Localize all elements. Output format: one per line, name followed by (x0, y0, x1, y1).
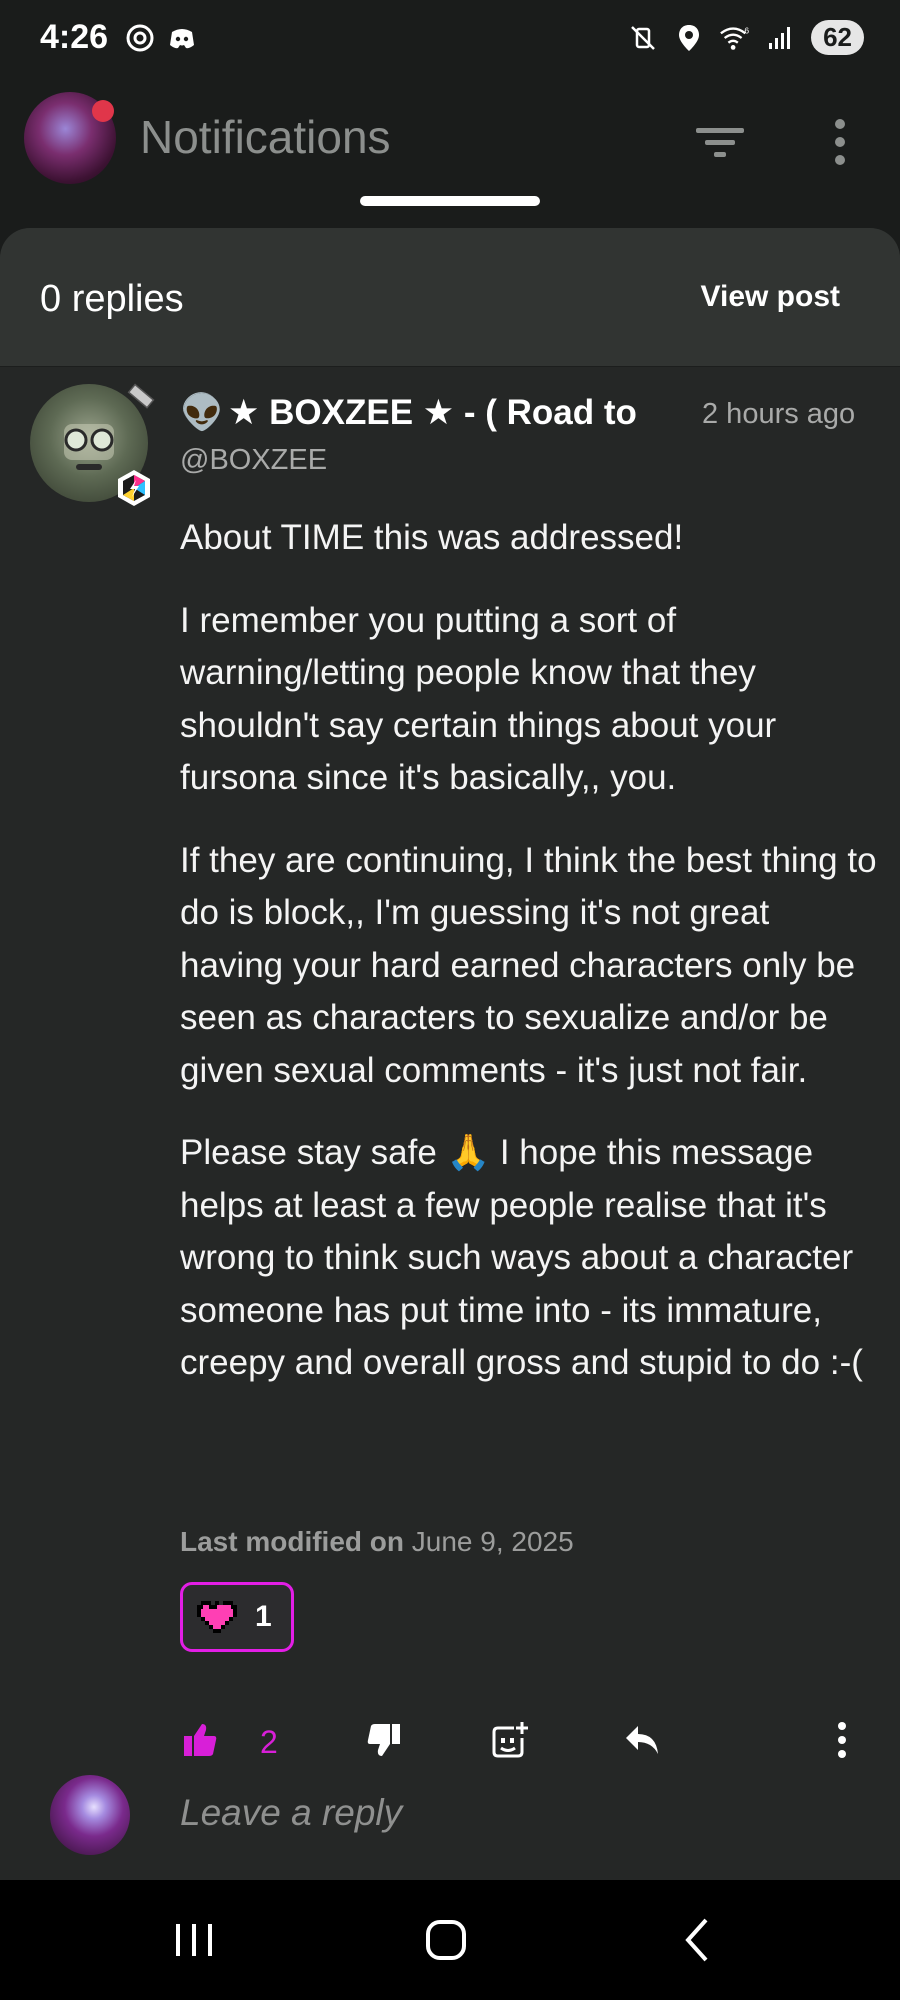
member-badge-icon (114, 468, 154, 508)
reply-icon[interactable] (622, 1720, 662, 1760)
mute-vibrate-icon (627, 22, 659, 54)
comment-actions: 2 (0, 1712, 900, 1782)
comment-paragraph: About TIME this was addressed! (180, 518, 684, 557)
author-line[interactable]: 👽 ★ BOXZEE ★ - ( Road to (180, 392, 700, 440)
author-handle[interactable]: @BOXZEE (180, 444, 327, 477)
current-user-avatar (50, 1775, 130, 1855)
pencil-icon (122, 380, 156, 414)
author-name-fade (640, 392, 700, 440)
author-name: ★ BOXZEE ★ - ( Road to (228, 393, 637, 432)
system-nav-bar (0, 1880, 900, 2000)
comment-timestamp: 2 hours ago (702, 398, 856, 430)
view-post-button[interactable]: View post (701, 280, 840, 314)
avatar[interactable] (24, 92, 116, 184)
filter-icon[interactable] (692, 114, 748, 170)
threads-icon (124, 22, 156, 54)
replies-sheet: 0 replies View post 👽 ★ BOXZEE ★ - ( Roa… (0, 228, 900, 1880)
author-emoji: 👽 (180, 393, 224, 432)
comment-paragraph: Please stay safe 🙏 I hope this message h… (180, 1133, 863, 1382)
comment-author-avatar[interactable] (30, 383, 155, 506)
page-title: Notifications (140, 111, 391, 163)
more-vert-icon[interactable] (818, 114, 862, 170)
last-modified-label: Last modified on (180, 1526, 404, 1557)
svg-text:6: 6 (744, 25, 749, 35)
reaction-count: 1 (255, 1600, 272, 1633)
recent-apps-icon[interactable] (164, 1910, 224, 1970)
heart-reaction-chip[interactable]: 1 (180, 1582, 294, 1652)
comment-body: About TIME this was addressed! I remembe… (180, 512, 880, 1420)
last-modified: Last modified on June 9, 2025 (180, 1526, 574, 1558)
status-bar: 4:26 6 62 (0, 0, 900, 80)
comment-more-icon[interactable] (830, 1720, 854, 1760)
discord-icon (166, 22, 198, 54)
replies-count: 0 replies (40, 278, 184, 320)
comment-paragraph: I remember you putting a sort of warning… (180, 600, 777, 798)
home-icon[interactable] (416, 1910, 476, 1970)
wifi-6-icon: 6 (719, 22, 751, 54)
thumbs-down-icon[interactable] (364, 1720, 404, 1760)
last-modified-date: June 9, 2025 (411, 1526, 574, 1557)
back-icon[interactable] (668, 1910, 728, 1970)
app-bar: Notifications (0, 80, 900, 230)
add-reaction-icon[interactable] (490, 1720, 530, 1760)
status-time: 4:26 (40, 18, 109, 56)
notification-dot (92, 100, 114, 122)
sheet-header: 0 replies View post (0, 228, 900, 367)
heart-icon (195, 1597, 239, 1637)
location-icon (673, 22, 705, 54)
upvote-count: 2 (260, 1724, 278, 1760)
drag-handle[interactable] (360, 196, 540, 206)
reply-input[interactable]: Leave a reply (180, 1792, 402, 1834)
comment-paragraph: If they are continuing, I think the best… (180, 840, 877, 1090)
signal-icon (765, 22, 797, 54)
battery-icon: 62 (811, 20, 864, 55)
thumbs-up-icon[interactable] (180, 1720, 220, 1760)
